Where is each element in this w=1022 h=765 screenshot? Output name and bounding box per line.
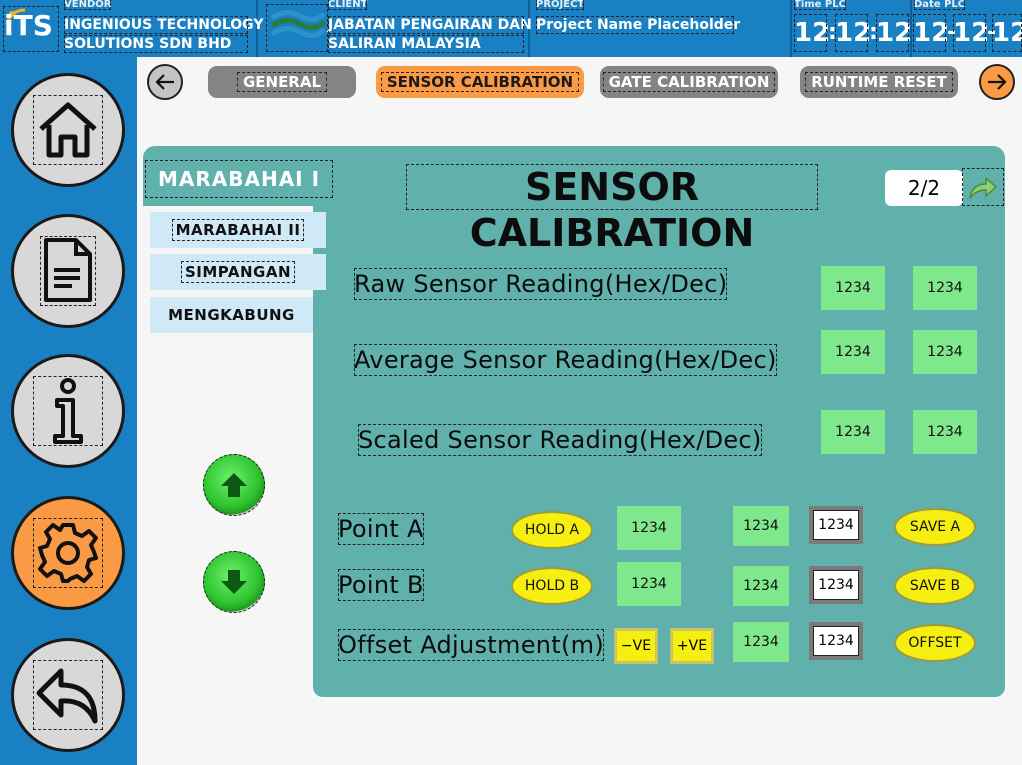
raw-dec-value: 1234 [913,266,977,310]
time-hour: 12 [794,14,830,52]
arrow-down-icon [221,570,247,594]
date-month: 12 [953,14,989,52]
point-a-input-value: 1234 [813,510,859,540]
top-header: iTS VENDOR INGENIOUS TECHNOLOGY SOLUTION… [0,0,1022,57]
point-a-held-value: 1234 [617,506,681,550]
tab-sensor-calibration[interactable]: SENSOR CALIBRATION [376,66,584,98]
next-tab-button[interactable] [979,64,1015,100]
arrow-up-icon [221,473,247,497]
project-name: Project Name Placeholder [536,16,741,34]
time-caption: Time PLC [794,0,846,10]
average-dec-value: 1234 [913,330,977,374]
raw-reading-label: Raw Sensor Reading(Hex/Dec) [354,268,728,300]
raw-hex-value: 1234 [821,266,885,310]
arrow-right-icon [988,74,1007,90]
point-b-label: Point B [338,569,424,601]
project-section: PROJECT Project Name Placeholder [530,0,792,57]
point-a-label: Point A [338,513,424,545]
vendor-name-line2: SOLUTIONS SDN BHD [64,35,248,53]
date-year: 12 [992,14,1022,52]
location-tab[interactable]: MARABAHAI II [150,212,326,248]
save-b-button[interactable]: SAVE B [894,567,976,605]
point-a-value: 1234 [733,506,789,546]
tab-general-label: GENERAL [236,72,328,92]
date-day: 12 [913,14,949,52]
location-tab[interactable]: MENGKABUNG [150,297,313,333]
offset-button[interactable]: OFFSET [894,624,976,662]
tab-runtime-reset-label: RUNTIME RESET [805,72,953,92]
home-icon [33,95,103,165]
vendor-name-line1: INGENIOUS TECHNOLOGY [64,16,264,34]
scaled-dec-value: 1234 [913,410,977,454]
settings-button[interactable] [11,496,125,610]
offset-input[interactable]: 1234 [809,622,863,660]
scaled-reading-label: Scaled Sensor Reading(Hex/Dec) [358,424,762,456]
arrow-left-icon [155,74,174,90]
point-b-held-value: 1234 [617,562,681,606]
average-hex-value: 1234 [821,330,885,374]
location-tab-label: MARABAHAI II [171,219,305,241]
average-reading-label: Average Sensor Reading(Hex/Dec) [354,344,777,376]
vendor-section: iTS VENDOR INGENIOUS TECHNOLOGY SOLUTION… [0,0,264,57]
back-button[interactable] [11,638,125,752]
offset-value: 1234 [733,622,789,662]
back-icon [33,660,103,730]
tab-runtime-reset[interactable]: RUNTIME RESET [800,66,958,98]
tab-gate-calibration[interactable]: GATE CALIBRATION [600,66,778,98]
point-b-input-value: 1234 [813,570,859,600]
location-tab[interactable]: SIMPANGAN [150,254,326,290]
offset-minus-button[interactable]: −VE [614,628,658,664]
point-a-input[interactable]: 1234 [809,506,863,544]
client-name-line2: SALIRAN MALAYSIA [328,35,524,53]
offset-input-value: 1234 [813,626,859,656]
page-title: SENSOR CALIBRATION [406,164,818,255]
save-a-button[interactable]: SAVE A [894,508,976,546]
client-section: CLIENT JABATAN PENGAIRAN DAN SALIRAN MAL… [258,0,532,57]
offset-adjustment-label: Offset Adjustment(m) [338,629,604,661]
location-tab-active[interactable]: MARABAHAI I [145,160,333,198]
tab-gate-calibration-label: GATE CALIBRATION [602,72,776,92]
jps-logo [266,4,328,52]
gear-icon [33,518,103,588]
time-minute: 12 [835,14,871,52]
scroll-up-button[interactable] [203,454,265,516]
project-caption: PROJECT [536,0,585,10]
logo-text: iTS [4,9,53,42]
forward-arrow-icon [969,177,997,199]
hold-a-button[interactable]: HOLD A [511,511,593,549]
info-icon [33,376,103,446]
page-indicator: 2/2 [885,170,963,206]
location-tab-label: MENGKABUNG [168,306,295,324]
vendor-caption: VENDOR [64,0,112,10]
client-name-line1: JABATAN PENGAIRAN DAN [328,16,532,34]
prev-tab-button[interactable] [147,64,183,100]
tab-sensor-calibration-label: SENSOR CALIBRATION [380,72,580,92]
report-button[interactable] [11,214,125,328]
point-b-value: 1234 [733,566,789,606]
location-tab-label: SIMPANGAN [180,261,296,283]
next-page-button[interactable] [962,168,1004,206]
home-button[interactable] [11,73,125,187]
offset-plus-button[interactable]: +VE [670,628,714,664]
info-button[interactable] [11,354,125,468]
time-plc-section: Time PLC 12 : 12 : 12 [792,0,912,57]
document-icon [33,236,103,306]
client-caption: CLIENT [328,0,368,10]
scroll-down-button[interactable] [203,551,265,613]
scaled-hex-value: 1234 [821,410,885,454]
date-caption: Date PLC [914,0,966,10]
date-plc-section: Date PLC 12 - 12 - 12 [912,0,1022,57]
tab-general[interactable]: GENERAL [208,66,356,98]
hold-b-button[interactable]: HOLD B [511,567,593,605]
sidebar [0,57,137,765]
point-b-input[interactable]: 1234 [809,566,863,604]
time-second: 12 [876,14,912,52]
